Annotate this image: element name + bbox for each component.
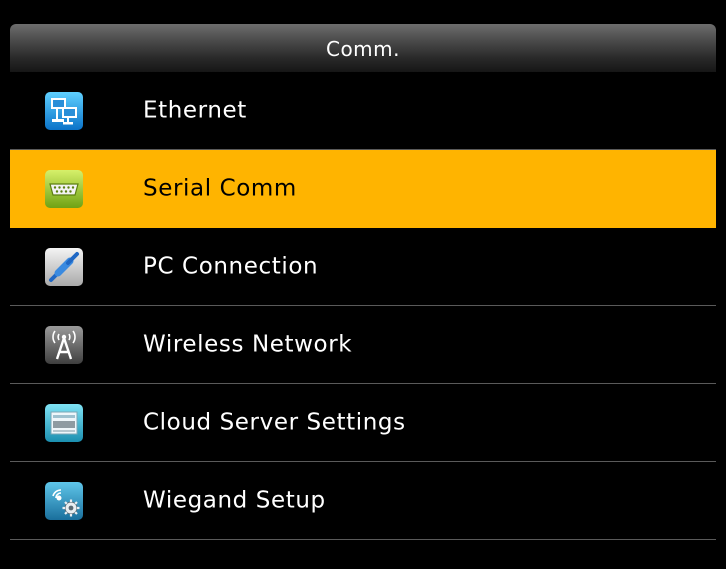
menu-item-label: Cloud Server Settings bbox=[143, 408, 406, 435]
menu-item-wiegand-setup[interactable]: Wiegand Setup bbox=[10, 462, 716, 540]
menu-item-label: Wiegand Setup bbox=[143, 486, 326, 513]
menu-item-label: Ethernet bbox=[143, 96, 247, 123]
menu-item-ethernet[interactable]: Ethernet bbox=[10, 72, 716, 150]
page-title: Comm. bbox=[10, 24, 716, 72]
comm-screen: Comm. Ethernet Serial Comm PC Connection… bbox=[0, 0, 726, 569]
menu-item-label: PC Connection bbox=[143, 252, 319, 279]
menu-item-wireless-network[interactable]: Wireless Network bbox=[10, 306, 716, 384]
serial-port-icon bbox=[45, 169, 83, 208]
comm-menu: Ethernet Serial Comm PC Connection Wirel… bbox=[10, 72, 716, 540]
menu-item-pc-connection[interactable]: PC Connection bbox=[10, 228, 716, 306]
cloud-server-icon bbox=[45, 403, 83, 442]
ethernet-icon bbox=[45, 91, 83, 130]
pc-connection-icon bbox=[45, 247, 83, 286]
menu-item-cloud-server-settings[interactable]: Cloud Server Settings bbox=[10, 384, 716, 462]
menu-item-label: Serial Comm bbox=[143, 174, 297, 201]
wireless-network-icon bbox=[45, 325, 83, 364]
menu-item-serial-comm[interactable]: Serial Comm bbox=[10, 150, 716, 228]
menu-item-label: Wireless Network bbox=[143, 330, 353, 357]
wiegand-setup-icon bbox=[45, 481, 83, 520]
